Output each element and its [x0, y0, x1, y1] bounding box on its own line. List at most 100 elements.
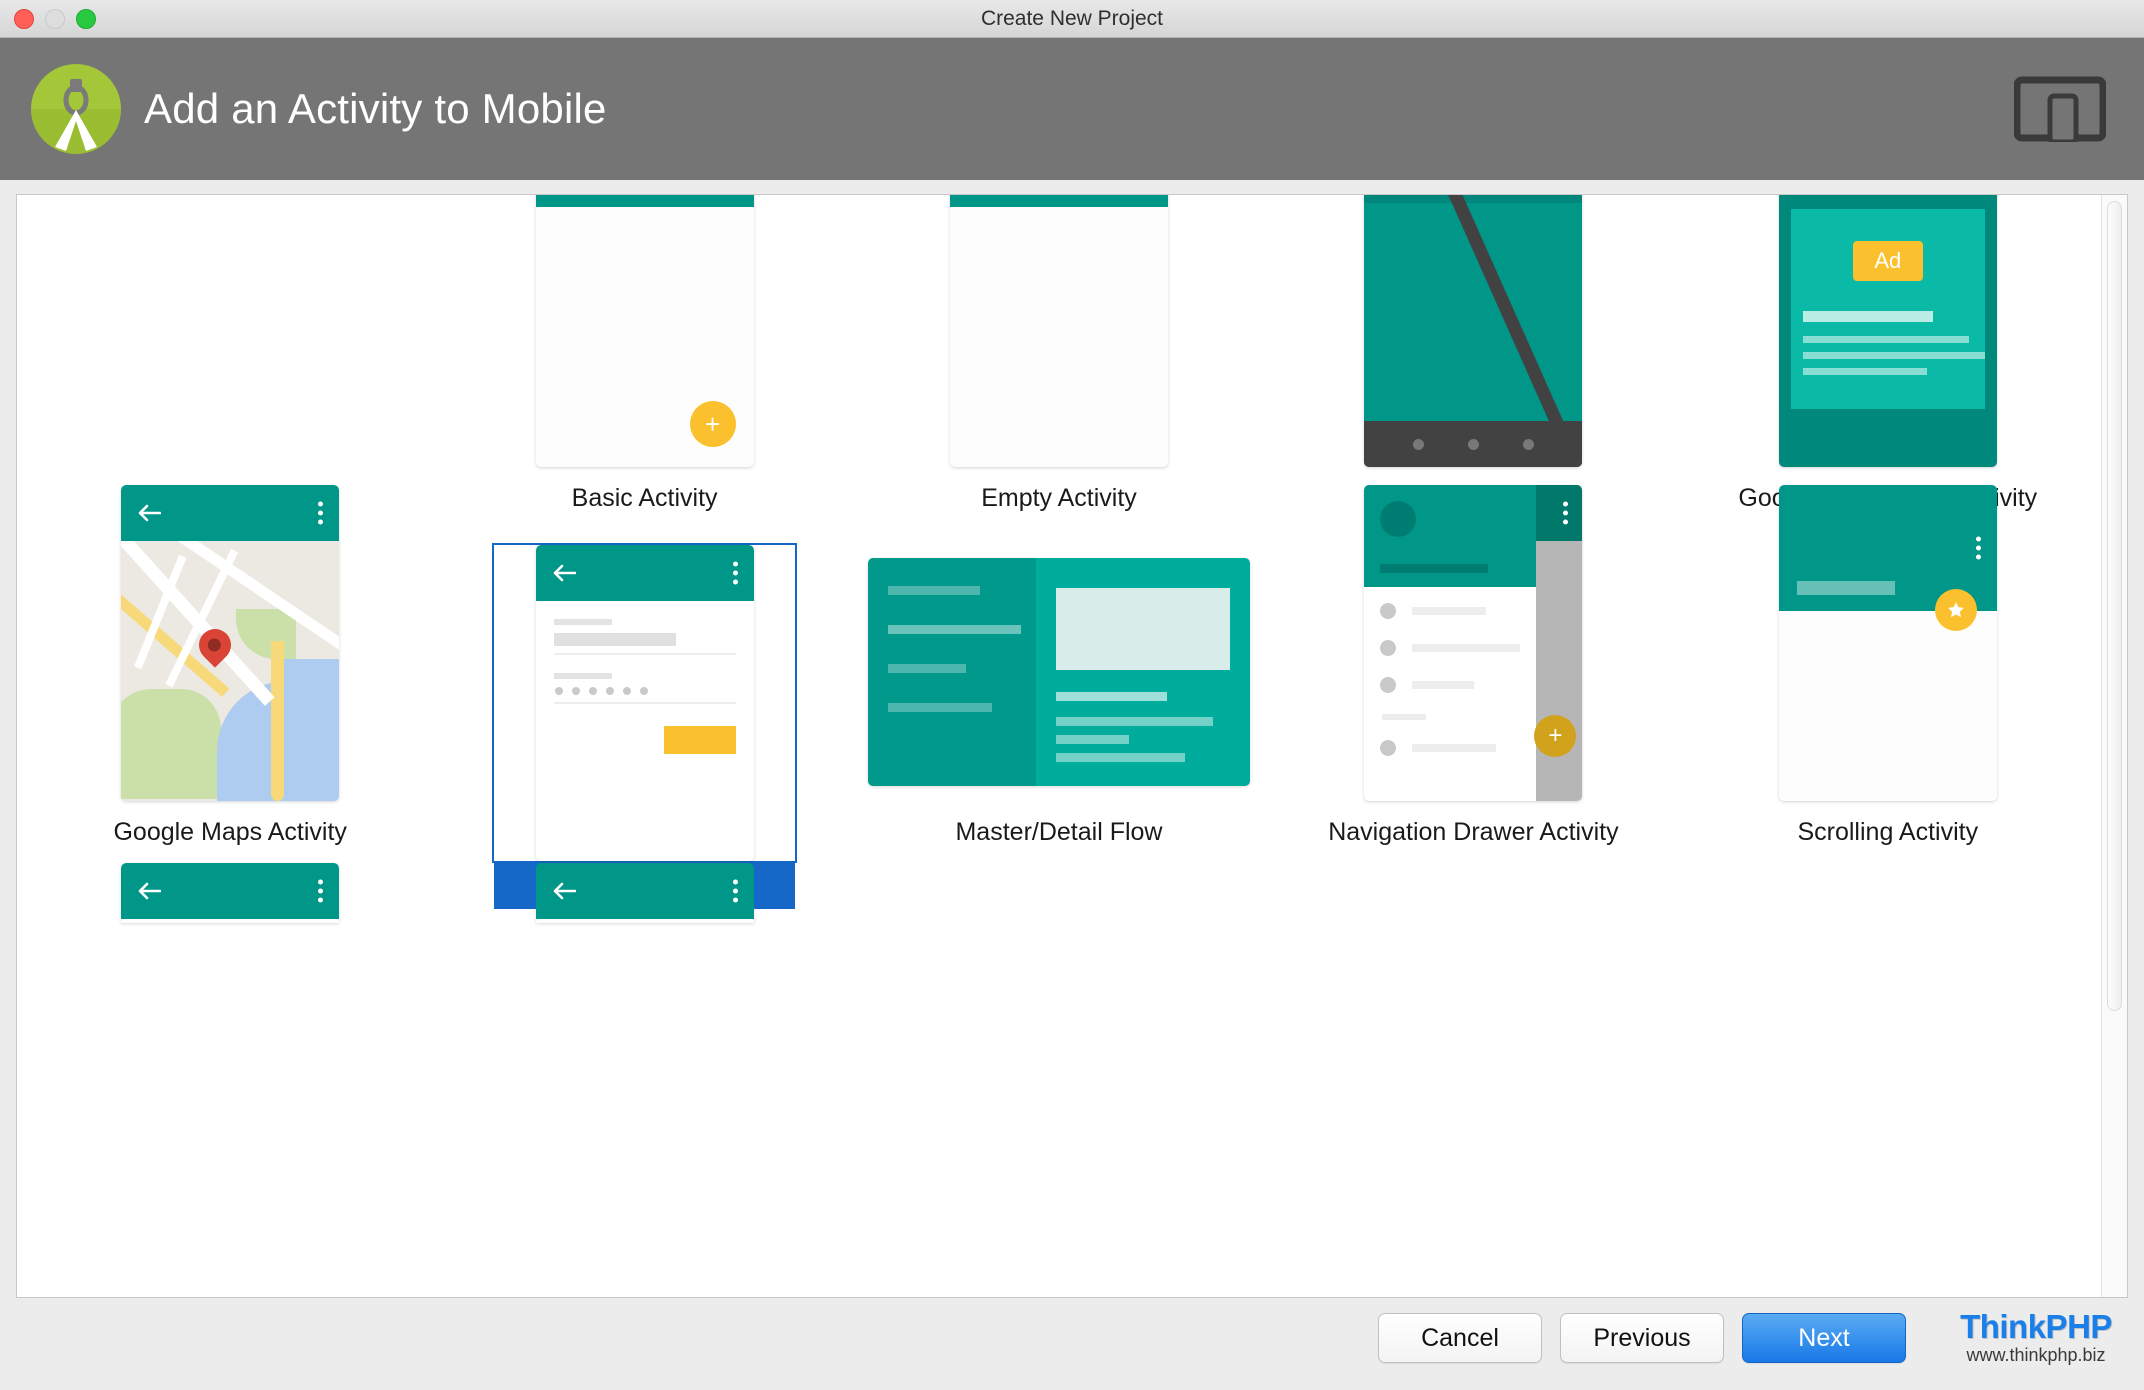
password-dots [555, 687, 754, 695]
scrim-app-bar [1536, 485, 1582, 541]
overflow-menu-icon [1563, 502, 1568, 525]
android-studio-logo-icon [30, 63, 122, 155]
master-list-pane [868, 558, 1036, 786]
drawer-header [1364, 485, 1536, 587]
thumbnail-login-activity [536, 545, 754, 861]
overflow-menu-icon [318, 502, 323, 525]
sign-in-button-placeholder [664, 726, 736, 754]
activity-card-master-detail-flow[interactable]: Master/Detail Flow [852, 543, 1266, 863]
activity-card-login-activity[interactable]: Login Activity [437, 543, 851, 863]
overflow-menu-icon [733, 880, 738, 903]
activity-card-empty-activity[interactable]: Empty Activity [852, 209, 1266, 529]
cancel-button[interactable]: Cancel [1378, 1313, 1542, 1363]
overflow-menu-icon [733, 562, 738, 585]
next-button[interactable]: Next [1742, 1313, 1906, 1363]
app-bar [536, 863, 754, 919]
navigation-bar [1364, 421, 1582, 467]
thumbnail-none [23, 209, 437, 467]
ad-content-card: Ad [1791, 209, 1985, 409]
floating-action-button-icon [1935, 589, 1977, 631]
drawer-item [1380, 677, 1536, 693]
tablet-phone-icon [2014, 76, 2106, 142]
avatar [1380, 501, 1416, 537]
activity-card-add-no-activity[interactable]: Add No Activity [23, 209, 437, 529]
thumbnail-maps-activity [121, 485, 339, 801]
content-area: Add No Activity + [0, 180, 2144, 1298]
gallery-row-2: Google Maps Activity [17, 529, 2101, 863]
drawer-item [1380, 640, 1536, 656]
back-arrow-icon [552, 881, 576, 901]
thumbnail-basic-activity: + [536, 195, 754, 467]
thumbnail-fullscreen-activity [1364, 195, 1582, 467]
activity-label: Basic Activity [437, 467, 851, 529]
close-button[interactable] [14, 9, 34, 29]
gallery-row-1: Add No Activity + [17, 195, 2101, 529]
toolbar-title-placeholder [1797, 581, 1895, 595]
drawer-menu-list [1364, 587, 1536, 756]
thumbnail-admob-activity: Ad [1779, 195, 1997, 467]
gallery-scroll-region[interactable]: Add No Activity + [17, 195, 2101, 1297]
activity-card-navigation-drawer-activity[interactable]: + Navigation Drawer Activity [1266, 543, 1680, 863]
window-title: Create New Project [0, 7, 2144, 31]
vertical-scrollbar[interactable] [2101, 195, 2127, 1297]
watermark-url: www.thinkphp.biz [1966, 1345, 2105, 1366]
activity-label: Google Maps Activity [23, 801, 437, 863]
back-arrow-icon [137, 881, 161, 901]
drawer-item [1380, 603, 1536, 619]
email-value-placeholder [554, 633, 676, 646]
drawer-divider [1382, 714, 1426, 720]
maximize-button[interactable] [76, 9, 96, 29]
thumbnail-partial-2 [536, 863, 754, 923]
activity-label: Master/Detail Flow [852, 801, 1266, 863]
app-bar [950, 195, 1168, 207]
thumbnail-navigation-drawer-activity: + [1364, 485, 1582, 801]
activity-gallery-panel: Add No Activity + [16, 194, 2128, 1298]
back-arrow-icon [137, 503, 161, 523]
password-label-placeholder [554, 673, 612, 679]
activity-card-scrolling-activity[interactable]: Scrolling Activity [1681, 543, 2095, 863]
activity-label: Empty Activity [852, 467, 1266, 529]
app-bar [536, 195, 754, 207]
thumbnail-empty-activity [950, 195, 1168, 467]
scrollbar-thumb[interactable] [2107, 201, 2122, 1011]
email-label-placeholder [554, 619, 612, 625]
detail-image-placeholder [1056, 588, 1230, 670]
activity-card-fullscreen-activity[interactable]: Fullscreen Activity [1266, 209, 1680, 529]
selection-frame: Login Activity [492, 543, 797, 863]
activity-card-google-admob-ads-activity[interactable]: Ad Google AdMob Ads A [1681, 209, 2095, 529]
watermark-name: ThinkPHP [1960, 1310, 2112, 1343]
password-underline [554, 702, 736, 704]
wizard-footer: Cancel Previous Next ThinkPHP www.thinkp… [0, 1298, 2144, 1390]
thinkphp-watermark: ThinkPHP www.thinkphp.biz [1934, 1309, 2138, 1367]
gallery-row-3-partial [17, 863, 2101, 923]
minimize-button[interactable] [45, 9, 65, 29]
thumbnail-partial-1 [121, 863, 339, 923]
detail-pane [1036, 558, 1250, 786]
thumbnail-master-detail-flow [868, 558, 1250, 786]
previous-button[interactable]: Previous [1560, 1313, 1724, 1363]
window-controls [14, 9, 96, 29]
activity-card-google-maps-activity[interactable]: Google Maps Activity [23, 543, 437, 863]
status-bar [1364, 195, 1582, 203]
app-bar [121, 863, 339, 919]
back-arrow-icon [552, 563, 576, 583]
placeholder-text-lines [1803, 311, 1985, 375]
app-bar [536, 545, 754, 601]
floating-action-button-icon: + [690, 401, 736, 447]
account-name-placeholder [1380, 564, 1488, 573]
overflow-menu-icon [1976, 537, 1981, 560]
thumbnail-scrolling-activity [1779, 485, 1997, 801]
overflow-menu-icon [318, 880, 323, 903]
email-underline [554, 653, 736, 655]
login-form-preview [536, 601, 754, 861]
activity-card-basic-activity[interactable]: + Basic Activity [437, 209, 851, 529]
drawer-item [1380, 740, 1536, 756]
create-new-project-window: Create New Project Add an Activity to Mo… [0, 0, 2144, 1390]
page-title: Add an Activity to Mobile [144, 85, 607, 133]
activity-label: Navigation Drawer Activity [1266, 801, 1680, 863]
app-bar [121, 485, 339, 541]
map-preview [121, 541, 339, 801]
window-titlebar: Create New Project [0, 0, 2144, 38]
ad-badge: Ad [1853, 241, 1923, 281]
activity-label: Scrolling Activity [1681, 801, 2095, 863]
